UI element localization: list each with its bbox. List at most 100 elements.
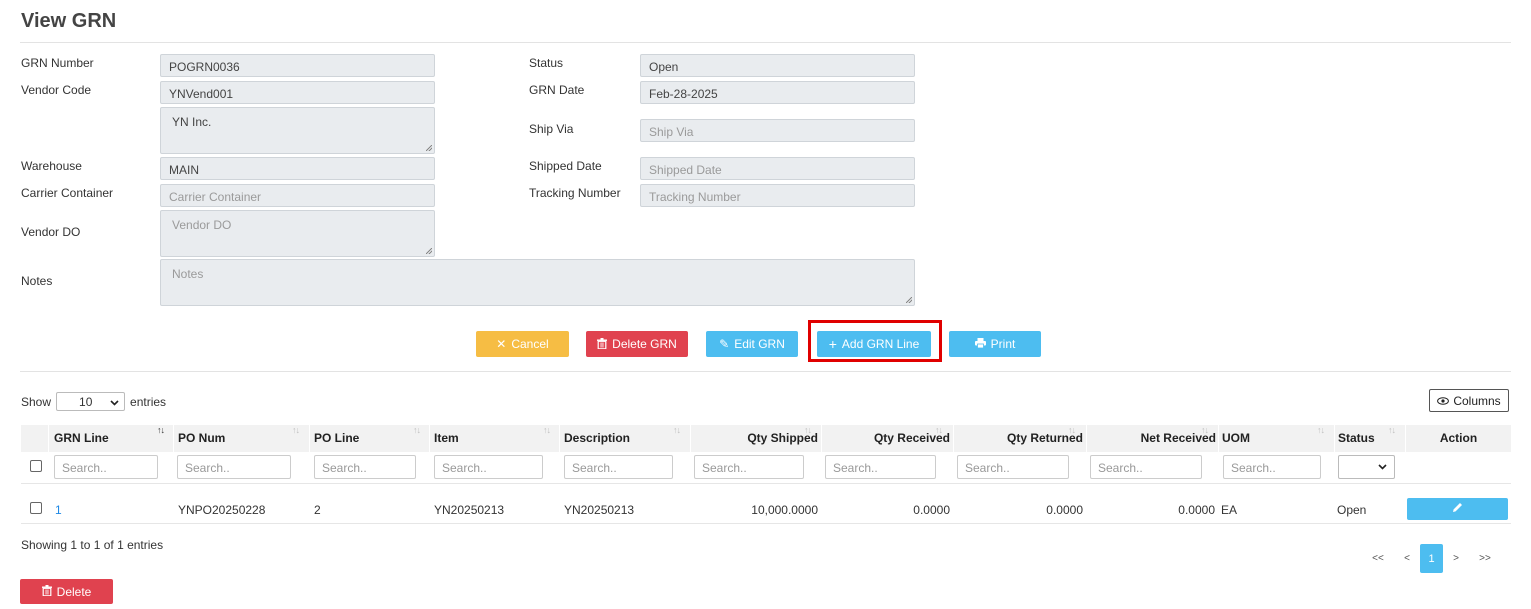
grn-date-field[interactable]: Feb-28-2025 [640,81,915,104]
show-label: Show [21,394,52,409]
cell-po-line: 2 [314,503,321,517]
delete-button-label: Delete [56,584,92,599]
search-qty-received-input[interactable]: Search.. [825,455,936,479]
sort-icon[interactable]: ↑↓ [1201,425,1209,435]
sort-icon[interactable]: ↑↓ [673,425,681,435]
sort-icon[interactable]: ↑↓ [157,425,165,435]
delete-grn-button[interactable]: Delete GRN [586,331,688,357]
search-po-num-input[interactable]: Search.. [177,455,291,479]
pagination-next[interactable]: > [1446,544,1466,573]
cell-po-num: YNPO20250228 [178,503,266,517]
ship-via-field[interactable]: Ship Via [640,119,915,142]
chevron-down-icon [110,395,119,409]
close-icon: ✕ [496,337,507,351]
search-item-input[interactable]: Search.. [434,455,543,479]
page-length-value: 10 [79,394,93,409]
sort-icon[interactable]: ↑↓ [292,425,300,435]
status-field[interactable]: Open [640,54,915,77]
header-separator [953,425,954,452]
column-header-qty-shipped[interactable]: Qty Shipped [692,425,818,452]
header-separator [48,425,49,452]
sort-icon[interactable]: ↑↓ [1317,425,1325,435]
grn-number-field[interactable]: POGRN0036 [160,54,435,77]
notes-textarea[interactable]: Notes [160,259,915,306]
cell-uom: EA [1221,503,1238,517]
column-header-uom[interactable]: UOM [1222,425,1250,452]
header-separator [559,425,560,452]
search-qty-shipped-input[interactable]: Search.. [694,455,804,479]
column-header-status[interactable]: Status [1338,425,1375,452]
sort-icon[interactable]: ↑↓ [543,425,551,435]
pagination-first[interactable]: << [1366,544,1390,573]
cancel-button-label: Cancel [511,337,549,351]
warehouse-field[interactable]: MAIN [160,157,435,180]
pencil-icon: ✎ [719,337,730,351]
page-length-select[interactable]: 10 [56,392,126,411]
column-header-action: Action [1439,431,1478,445]
column-header-item[interactable]: Item [434,425,459,452]
sort-icon[interactable]: ↑↓ [1388,425,1396,435]
print-button-label: Print [990,337,1016,351]
warehouse-label: Warehouse [21,159,82,173]
header-separator [821,425,822,452]
pagination-last[interactable]: >> [1473,544,1497,573]
select-all-checkbox[interactable] [30,460,42,472]
grn-line-link[interactable]: 1 [55,503,62,517]
cancel-button[interactable]: ✕ Cancel [476,331,569,357]
row-divider [21,523,1511,524]
sort-icon[interactable]: ↑↓ [413,425,421,435]
search-net-received-input[interactable]: Search.. [1090,455,1202,479]
column-header-qty-returned[interactable]: Qty Returned [955,425,1083,452]
search-description-input[interactable]: Search.. [564,455,673,479]
sort-icon[interactable]: ↑↓ [935,425,943,435]
column-header-qty-received[interactable]: Qty Received [823,425,950,452]
search-qty-returned-input[interactable]: Search.. [957,455,1069,479]
search-uom-input[interactable]: Search.. [1223,455,1321,479]
trash-icon [41,584,52,599]
tracking-number-field[interactable]: Tracking Number [640,184,915,207]
sort-icon[interactable]: ↑↓ [804,425,812,435]
eye-icon [1437,394,1450,408]
trash-icon [597,337,608,351]
ship-via-label: Ship Via [529,122,574,136]
vendor-code-field[interactable]: YNVend001 [160,81,435,104]
columns-button[interactable]: Columns [1429,389,1509,412]
entries-label: entries [130,394,167,409]
header-separator [429,425,430,452]
row-edit-button[interactable] [1407,498,1508,520]
carrier-container-field[interactable]: Carrier Container [160,184,435,207]
header-separator [1405,425,1406,452]
delete-button[interactable]: Delete [20,579,113,604]
cell-qty-shipped: 10,000.0000 [751,503,818,517]
header-separator [1086,425,1087,452]
search-grn-line-input[interactable]: Search.. [54,455,158,479]
pagination-current[interactable]: 1 [1420,544,1443,573]
column-header-po-num[interactable]: PO Num [178,425,225,452]
pagination-prev[interactable]: < [1397,544,1417,573]
section-divider [20,371,1511,372]
add-grn-line-button[interactable]: + Add GRN Line [817,331,931,357]
page-length-control: Show 10 entries [21,392,166,411]
search-po-line-input[interactable]: Search.. [314,455,416,479]
table-info: Showing 1 to 1 of 1 entries [21,538,164,552]
column-header-po-line[interactable]: PO Line [314,425,359,452]
header-separator [690,425,691,452]
sort-icon[interactable]: ↑↓ [1068,425,1076,435]
tracking-number-label: Tracking Number [529,186,621,200]
vendor-name-textarea[interactable]: YN Inc. [160,107,435,154]
print-button[interactable]: Print [949,331,1041,357]
cell-qty-returned: 0.0000 [1046,503,1083,517]
row-checkbox[interactable] [30,502,42,514]
column-header-grn-line[interactable]: GRN Line [54,425,109,452]
status-label: Status [529,56,564,70]
header-separator [173,425,174,452]
column-header-description[interactable]: Description [564,425,630,452]
shipped-date-field[interactable]: Shipped Date [640,157,915,180]
carrier-container-label: Carrier Container [21,186,114,200]
status-filter-select[interactable] [1338,455,1395,479]
plus-icon: + [828,336,837,352]
notes-label: Notes [21,274,53,288]
edit-grn-button[interactable]: ✎ Edit GRN [706,331,798,357]
column-header-net-received[interactable]: Net Received [1088,425,1216,452]
vendor-do-textarea[interactable]: Vendor DO [160,210,435,257]
